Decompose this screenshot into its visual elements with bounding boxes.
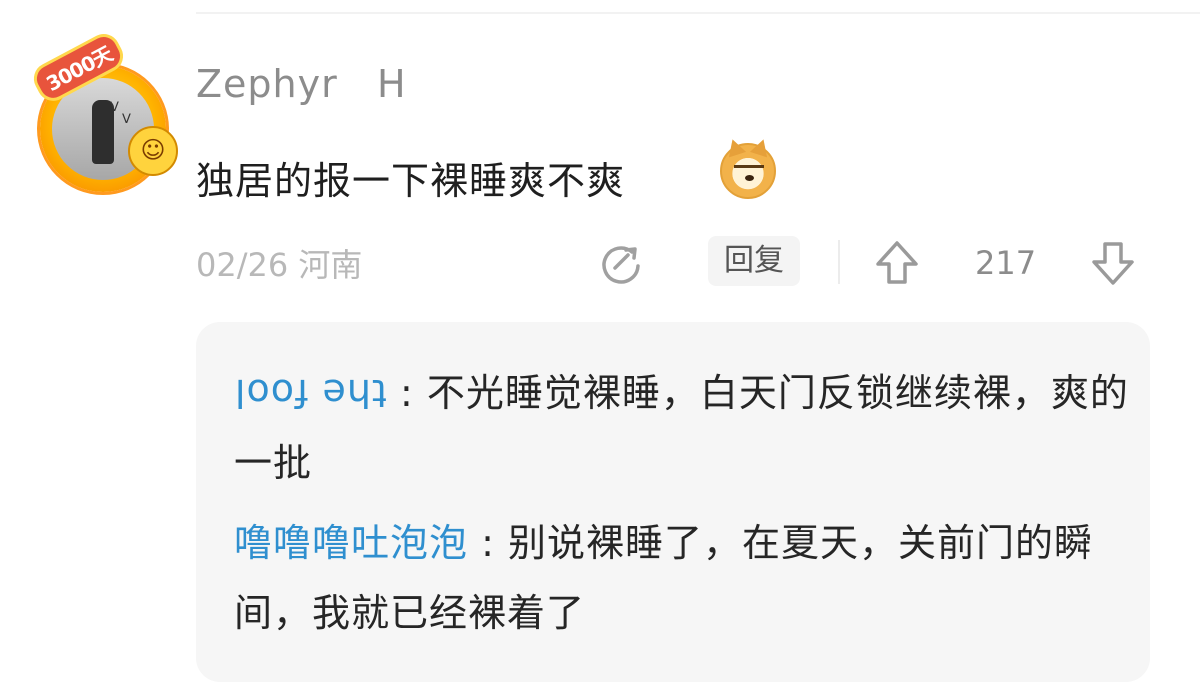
bird-icon: ᐯ	[110, 100, 119, 115]
bird-icon: ᐯ	[122, 112, 131, 127]
avatar-emoji-icon: ☺	[128, 126, 178, 176]
upvote-icon[interactable]	[872, 238, 922, 288]
reply-author[interactable]: 噜噜噜吐泡泡	[234, 521, 468, 565]
downvote-icon[interactable]	[1088, 238, 1138, 288]
reply-item[interactable]: 噜噜噜吐泡泡 : 别说裸睡了，在夏天，关前门的瞬间，我就已经裸着了	[234, 508, 1134, 648]
reply-author[interactable]: the fool	[234, 358, 387, 428]
avatar[interactable]: ᐯ ᐯ 3000天 ☺	[28, 28, 178, 196]
reply-separator: :	[468, 521, 508, 565]
share-icon[interactable]	[598, 240, 644, 286]
reply-separator: :	[386, 371, 427, 415]
username[interactable]: Zephyr H	[196, 62, 407, 106]
replies-box[interactable]: the fool : 不光睡觉裸睡，白天门反锁继续裸，爽的一批 噜噜噜吐泡泡 :…	[196, 322, 1150, 682]
separator	[838, 240, 840, 284]
reply-item[interactable]: the fool : 不光睡觉裸睡，白天门反锁继续裸，爽的一批	[234, 358, 1134, 498]
date-location: 02/26 河南	[196, 246, 363, 284]
reply-button[interactable]: 回复	[708, 236, 800, 286]
doge-icon	[720, 136, 776, 199]
vote-count: 217	[975, 244, 1037, 282]
top-divider	[196, 12, 1200, 14]
comment-text: 独居的报一下裸睡爽不爽	[196, 159, 626, 203]
